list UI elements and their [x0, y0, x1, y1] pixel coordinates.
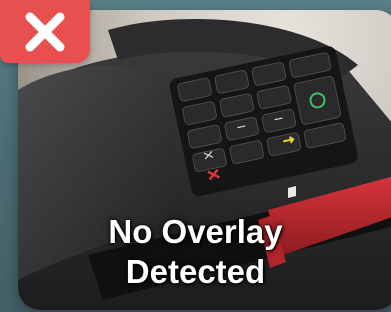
card-icon [288, 186, 296, 198]
status-line-2: Detected [125, 253, 266, 290]
status-message: No Overlay Detected [0, 212, 391, 292]
enter-key [293, 76, 342, 125]
close-button[interactable] [0, 0, 90, 63]
status-line-1: No Overlay [108, 213, 283, 250]
screen: No Overlay Detected [0, 0, 391, 312]
close-icon [25, 12, 65, 51]
